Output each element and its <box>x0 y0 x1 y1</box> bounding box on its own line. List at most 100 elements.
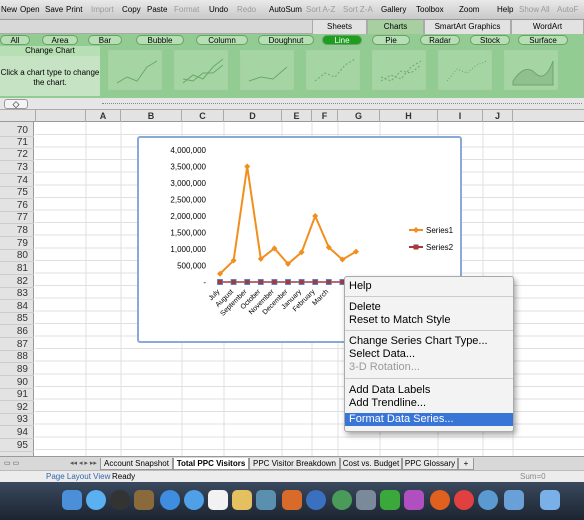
column-header-i[interactable]: I <box>438 110 483 122</box>
row-header[interactable]: 93 <box>0 414 34 426</box>
tab-sheets[interactable]: Sheets <box>312 20 367 34</box>
dashboard-icon[interactable] <box>110 490 130 510</box>
chart-type-doughnut[interactable]: Doughnut <box>258 35 314 45</box>
system-prefs-icon[interactable] <box>332 490 352 510</box>
row-header[interactable]: 95 <box>0 440 34 452</box>
toolbox-button[interactable]: Toolbox <box>416 5 444 14</box>
column-header-g[interactable]: G <box>338 110 380 122</box>
row-header[interactable]: 85 <box>0 313 34 325</box>
row-header[interactable]: 87 <box>0 339 34 351</box>
calendar-icon[interactable] <box>208 490 228 510</box>
sort-za-button[interactable]: Sort Z-A <box>343 5 373 14</box>
add-sheet-button[interactable]: + <box>458 458 474 470</box>
row-header[interactable]: 84 <box>0 301 34 313</box>
print-button[interactable]: Print <box>66 5 82 14</box>
row-header[interactable]: 73 <box>0 162 34 174</box>
chart-type-stock[interactable]: Stock <box>470 35 510 45</box>
line-chart-thumbnail-5[interactable] <box>372 50 426 90</box>
new-button[interactable]: New <box>1 5 17 14</box>
zoom-button[interactable]: Zoom <box>459 5 479 14</box>
row-header[interactable]: 82 <box>0 276 34 288</box>
column-header-d[interactable]: D <box>224 110 282 122</box>
open-button[interactable]: Open <box>20 5 40 14</box>
folder-icon[interactable] <box>478 490 498 510</box>
line-chart-thumbnail-6[interactable] <box>438 50 492 90</box>
help-button[interactable]: Help <box>497 5 513 14</box>
sheet-nav-arrows-icon[interactable]: ◂◂ ◂ ▸ ▸▸ <box>70 459 98 469</box>
safari-icon[interactable] <box>160 490 180 510</box>
itunes-icon[interactable] <box>282 490 302 510</box>
row-header[interactable]: 78 <box>0 225 34 237</box>
column-header-e[interactable]: E <box>282 110 312 122</box>
chart-type-pie[interactable]: Pie <box>372 35 410 45</box>
chart-type-radar[interactable]: Radar <box>420 35 460 45</box>
row-header[interactable]: 70 <box>0 125 34 137</box>
show-all-button[interactable]: Show All <box>519 5 550 14</box>
tab-charts[interactable]: Charts <box>367 20 424 34</box>
gallery-button[interactable]: Gallery <box>381 5 406 14</box>
row-header[interactable]: 92 <box>0 402 34 414</box>
menu-item-delete[interactable]: Delete <box>345 301 513 314</box>
menu-item-add-trendline[interactable]: Add Trendline... <box>345 397 513 410</box>
line-chart-thumbnail-2[interactable] <box>174 50 228 90</box>
word-icon[interactable] <box>356 490 376 510</box>
row-header[interactable]: 75 <box>0 187 34 199</box>
menu-item-format-data-series[interactable]: Format Data Series... <box>345 413 513 426</box>
format-button[interactable]: Format <box>174 5 199 14</box>
row-header[interactable]: 91 <box>0 389 34 401</box>
ichat-icon[interactable] <box>184 490 204 510</box>
iphoto-icon[interactable] <box>256 490 276 510</box>
chart-type-area[interactable]: Area <box>42 35 78 45</box>
chart-type-line[interactable]: Line <box>322 35 362 45</box>
menu-item-add-data-labels[interactable]: Add Data Labels <box>345 384 513 397</box>
tab-smartart-graphics[interactable]: SmartArt Graphics <box>424 20 511 34</box>
row-header[interactable]: 80 <box>0 250 34 262</box>
menu-item-help[interactable]: Help <box>345 280 513 293</box>
row-header[interactable]: 72 <box>0 149 34 161</box>
row-header[interactable]: 89 <box>0 364 34 376</box>
line-chart-thumbnail-4[interactable] <box>306 50 360 90</box>
time-machine-icon[interactable] <box>306 490 326 510</box>
save-button[interactable]: Save <box>45 5 63 14</box>
line-chart-thumbnail-3[interactable] <box>240 50 294 90</box>
photo-icon[interactable] <box>134 490 154 510</box>
line-chart-thumbnail-7[interactable] <box>504 50 558 90</box>
preview-icon[interactable] <box>232 490 252 510</box>
sheet-tab-ppc-visitor-breakdown[interactable]: PPC Visitor Breakdown <box>249 458 340 470</box>
row-header[interactable]: 83 <box>0 288 34 300</box>
sort-az-button[interactable]: Sort A-Z <box>306 5 335 14</box>
row-header[interactable]: 90 <box>0 377 34 389</box>
autofilter-button[interactable]: AutoF <box>557 5 578 14</box>
copy-button[interactable]: Copy <box>122 5 141 14</box>
column-header-f[interactable]: F <box>312 110 338 122</box>
row-header[interactable]: 76 <box>0 200 34 212</box>
row-header[interactable]: 77 <box>0 212 34 224</box>
firefox-icon[interactable] <box>430 490 450 510</box>
column-header-j[interactable]: J <box>483 110 513 122</box>
row-header[interactable]: 86 <box>0 326 34 338</box>
row-header[interactable]: 81 <box>0 263 34 275</box>
redo-button[interactable]: Redo <box>237 5 256 14</box>
row-header[interactable]: 79 <box>0 238 34 250</box>
paste-button[interactable]: Paste <box>147 5 167 14</box>
undo-button[interactable]: Undo <box>209 5 228 14</box>
app-store-icon[interactable] <box>86 490 106 510</box>
import-button[interactable]: Import <box>91 5 114 14</box>
trash-icon[interactable] <box>504 490 524 510</box>
row-header[interactable]: 74 <box>0 175 34 187</box>
column-header-a[interactable]: A <box>86 110 121 122</box>
ruler-toggle-icon[interactable]: ◇ <box>4 99 28 109</box>
sheet-tab-total-ppc-visitors[interactable]: Total PPC Visitors <box>173 458 249 470</box>
chart-type-bubble[interactable]: Bubble <box>136 35 184 45</box>
chrome-icon[interactable] <box>454 490 474 510</box>
row-header[interactable]: 94 <box>0 427 34 439</box>
chart-type-bar[interactable]: Bar <box>88 35 122 45</box>
finder-icon[interactable] <box>62 490 82 510</box>
sheet-tab-ppc-glossary[interactable]: PPC Glossary <box>402 458 458 470</box>
menu-item-reset-to-match-style[interactable]: Reset to Match Style <box>345 314 513 327</box>
menu-item-select-data[interactable]: Select Data... <box>345 348 513 361</box>
line-chart-thumbnail-1[interactable] <box>108 50 162 90</box>
chart-type-column[interactable]: Column <box>196 35 248 45</box>
chart-type-all[interactable]: All <box>0 35 30 45</box>
sheet-tab-account-snapshot[interactable]: Account Snapshot <box>100 458 173 470</box>
